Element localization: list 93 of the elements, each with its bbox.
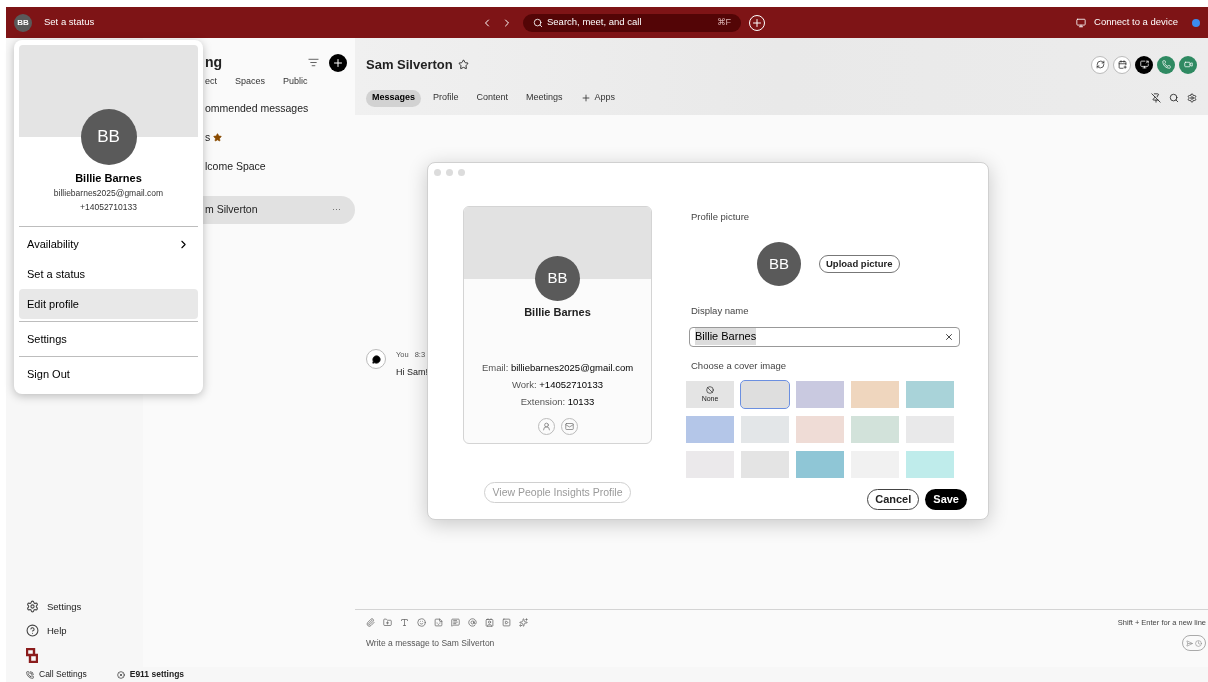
settings-icon[interactable] — [1187, 93, 1197, 103]
new-button[interactable] — [329, 53, 347, 72]
cover-swatch[interactable] — [851, 380, 899, 408]
tab[interactable]: Apps — [574, 89, 622, 107]
person-icon — [541, 422, 551, 432]
menu-item[interactable]: Set a status — [19, 259, 198, 289]
filter-tab[interactable]: ect — [205, 75, 217, 89]
plus-icon — [332, 56, 344, 69]
card-extension: Extension: 10133 — [520, 395, 595, 409]
display-name-field[interactable]: Billie Barnes — [689, 326, 960, 347]
search-icon — [533, 17, 543, 28]
menu-item[interactable]: Settings — [19, 324, 198, 354]
share-screen-button[interactable] — [1135, 55, 1153, 74]
card-work: Work: +14052710133 — [512, 377, 603, 392]
contact-icon[interactable] — [485, 618, 494, 628]
list-row[interactable]: s — [143, 123, 355, 152]
mail-icon — [564, 422, 574, 432]
sidebar-item[interactable]: Help — [47, 623, 67, 638]
cover-swatch[interactable] — [741, 380, 789, 408]
tab[interactable]: Content — [470, 89, 515, 107]
section-label: Display name — [691, 304, 750, 319]
tab[interactable]: Meetings — [520, 89, 569, 107]
cover-swatch[interactable] — [796, 450, 844, 478]
video-clip-icon[interactable] — [502, 618, 511, 628]
sidebar-item[interactable]: Settings — [47, 599, 82, 614]
search-icon[interactable] — [1169, 93, 1179, 103]
cover-swatch[interactable] — [796, 380, 844, 408]
cover-swatch[interactable] — [741, 415, 789, 443]
section-label: Choose a cover image — [691, 358, 788, 373]
mention-icon[interactable] — [468, 618, 477, 628]
panel-title: ng — [205, 53, 224, 72]
profile-phone: +14052710133 — [80, 201, 137, 214]
logo-icon — [26, 648, 38, 663]
help-icon[interactable] — [26, 624, 39, 638]
menu-item[interactable]: Edit profile — [19, 289, 198, 319]
menu-item[interactable]: Availability — [19, 229, 198, 259]
status-link[interactable]: Set a status — [44, 15, 95, 30]
call-button[interactable] — [1157, 55, 1175, 74]
menu-item[interactable]: Sign Out — [19, 359, 198, 389]
phone-icon — [1161, 60, 1171, 70]
message-text: Hi Sam! — [396, 366, 428, 380]
video-icon — [1183, 60, 1193, 70]
cover-swatch[interactable] — [741, 450, 789, 478]
filter-icon[interactable] — [308, 57, 319, 68]
clear-icon[interactable] — [944, 331, 954, 342]
section-label: Profile picture — [691, 210, 751, 224]
filter-tab[interactable]: Public — [283, 75, 308, 89]
chat-icon — [371, 354, 381, 364]
gear-icon[interactable] — [26, 600, 39, 614]
card-name: Billie Barnes — [524, 305, 591, 320]
avatar-button[interactable]: BB — [14, 13, 32, 32]
star-icon — [213, 133, 223, 143]
device-icon[interactable] — [1076, 17, 1086, 28]
attach-icon[interactable] — [366, 618, 375, 628]
plus-icon — [580, 93, 591, 103]
card-email: Email: billiebarnes2025@gmail.com — [481, 360, 634, 375]
assistant-icon[interactable] — [1192, 18, 1200, 27]
cover-swatch[interactable] — [906, 450, 954, 478]
message-input[interactable]: Write a message to Sam Silverton — [366, 636, 1182, 650]
video-button[interactable] — [1179, 55, 1197, 74]
save-button[interactable]: Save — [925, 489, 967, 510]
text-format-icon[interactable] — [400, 618, 409, 628]
filter-tab[interactable]: Spaces — [235, 75, 266, 89]
connect-device-button[interactable]: Connect to a device — [1094, 15, 1178, 30]
more-button[interactable]: ··· — [332, 202, 341, 217]
phone-icon — [26, 670, 34, 679]
avatar: BB — [757, 242, 801, 287]
sync-button[interactable] — [1091, 55, 1109, 74]
conversation-title: Sam Silverton — [366, 56, 453, 74]
star-icon[interactable] — [457, 59, 469, 71]
clock-icon — [1195, 639, 1202, 647]
cover-swatch[interactable] — [906, 380, 954, 408]
message-icon[interactable] — [451, 618, 460, 628]
sparkle-icon[interactable] — [519, 618, 528, 628]
tab[interactable]: Messages — [366, 89, 422, 107]
pin-icon[interactable] — [1151, 93, 1161, 103]
cover-swatch[interactable] — [851, 415, 899, 443]
send-icon — [1186, 639, 1193, 647]
calendar-icon — [1117, 60, 1127, 70]
cover-swatch[interactable] — [686, 415, 734, 443]
cover-swatch[interactable] — [796, 415, 844, 443]
footer-item[interactable]: Call Settings — [39, 668, 87, 681]
screen-share-icon — [1139, 60, 1149, 70]
sticker-icon[interactable] — [434, 618, 443, 628]
schedule-button[interactable] — [1113, 55, 1131, 74]
profile-name: Billie Barnes — [75, 171, 142, 186]
search-field[interactable]: Search, meet, and call ⌘F — [523, 13, 741, 32]
sync-icon — [1095, 60, 1105, 70]
emoji-icon[interactable] — [417, 618, 426, 628]
tab[interactable]: Profile — [427, 89, 465, 107]
footer-item[interactable]: E911 settings — [129, 668, 185, 681]
folder-icon[interactable] — [383, 618, 392, 628]
ban-icon — [706, 385, 714, 394]
